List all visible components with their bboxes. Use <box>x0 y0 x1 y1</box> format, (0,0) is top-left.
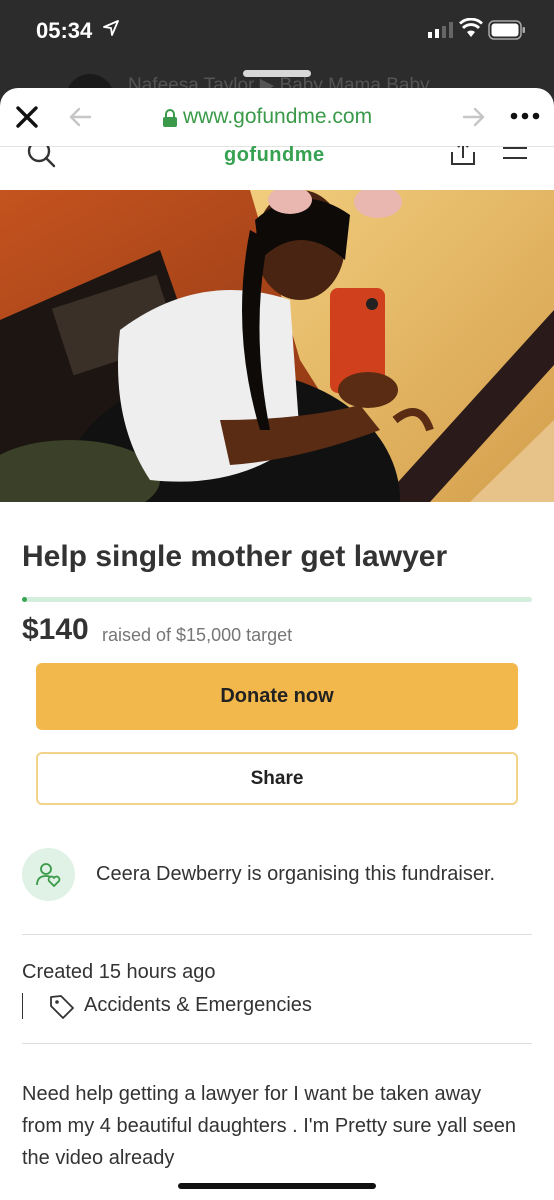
amount-raised: $140 <box>22 613 89 646</box>
progress-fill <box>22 597 27 602</box>
donate-button[interactable]: Donate now <box>36 663 518 730</box>
raised-target-text: raised of $15,000 target <box>102 625 293 645</box>
location-arrow-icon <box>103 20 119 36</box>
share-icon[interactable] <box>450 146 476 168</box>
url-text[interactable]: www.gofundme.com <box>183 105 372 129</box>
signal-icon <box>428 22 453 38</box>
created-text: Created 15 hours ago <box>22 961 216 983</box>
battery-icon <box>488 20 525 40</box>
home-indicator[interactable] <box>178 1183 376 1189</box>
url-bar: www.gofundme.com <box>0 88 554 147</box>
share-button[interactable]: Share <box>36 752 518 805</box>
status-time: 05:34 <box>36 18 93 43</box>
lock-icon <box>163 109 177 127</box>
campaign-description: Need help getting a lawyer for I want be… <box>22 1083 517 1169</box>
back-arrow-icon[interactable] <box>68 106 92 128</box>
organiser-text[interactable]: Ceera Dewberry is organising this fundra… <box>96 863 495 886</box>
site-header: gofundme <box>0 146 554 190</box>
divider <box>22 934 532 935</box>
browser-sheet: www.gofundme.com gofundme Help single mo… <box>0 88 554 1200</box>
site-logo[interactable]: gofundme <box>224 146 325 167</box>
campaign-photo <box>0 190 554 502</box>
search-icon[interactable] <box>26 146 58 170</box>
campaign-title: Help single mother get lawyer <box>22 540 448 573</box>
close-icon[interactable] <box>14 104 40 130</box>
category-link[interactable]: Accidents & Emergencies <box>84 994 312 1017</box>
organiser-icon <box>22 848 75 901</box>
divider <box>22 1043 532 1044</box>
tag-icon <box>50 995 74 1019</box>
forward-arrow-icon[interactable] <box>462 106 486 128</box>
sheet-grabber[interactable] <box>243 70 311 77</box>
divider <box>22 993 23 1019</box>
status-bar: 05:34 <box>0 0 554 62</box>
menu-icon[interactable] <box>502 146 528 166</box>
wifi-icon <box>459 18 483 37</box>
more-icon[interactable] <box>510 112 540 120</box>
progress-bar <box>22 597 532 602</box>
